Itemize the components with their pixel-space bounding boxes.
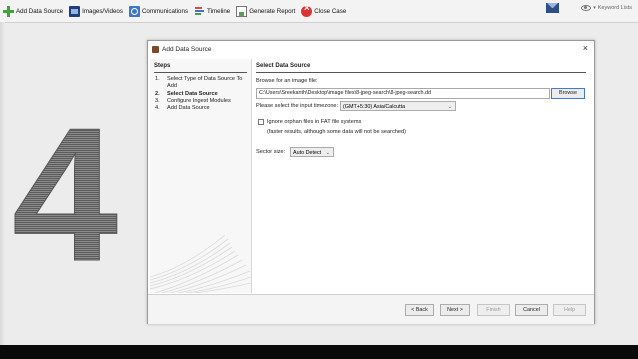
timeline-button[interactable]: Timeline bbox=[191, 1, 233, 21]
timezone-value: (GMT+5:30) Asia/Calcutta bbox=[343, 104, 406, 110]
add-data-source-button[interactable]: Add Data Source bbox=[0, 1, 66, 21]
step-item: 4. Add Data Source bbox=[155, 105, 247, 112]
generate-report-button[interactable]: Generate Report bbox=[233, 1, 298, 21]
sector-size-value: Auto Detect bbox=[293, 150, 322, 156]
timezone-label: Please select the input timezone: bbox=[256, 103, 339, 109]
chevron-down-icon: ⌄ bbox=[325, 150, 330, 156]
ignore-orphan-label: Ignore orphan files in FAT file systems bbox=[267, 119, 362, 125]
close-case-button[interactable]: Close Case bbox=[298, 1, 349, 21]
chevron-down-icon: ▾ bbox=[593, 5, 596, 11]
content-heading: Select Data Source bbox=[256, 63, 311, 69]
generate-report-label: Generate Report bbox=[249, 7, 296, 15]
dialog-title-bar: Add Data Source × bbox=[148, 41, 594, 57]
app-icon bbox=[152, 45, 159, 53]
plus-icon bbox=[3, 5, 14, 17]
letterbox-bar bbox=[0, 345, 638, 359]
desktop-screen: Add Data Source Images/Videos Communicat… bbox=[0, 0, 638, 345]
close-case-label: Close Case bbox=[314, 7, 347, 15]
main-toolbar: Add Data Source Images/Videos Communicat… bbox=[0, 0, 638, 23]
step-number: 1. bbox=[155, 76, 160, 82]
toolbar-right: ▾ Keyword Lists bbox=[546, 3, 632, 13]
images-icon bbox=[69, 5, 81, 17]
step-item: 1. Select Type of Data Source To Add bbox=[155, 76, 247, 90]
dialog-title: Add Data Source bbox=[162, 45, 212, 53]
next-button[interactable]: Next > bbox=[440, 304, 470, 316]
ignore-orphan-checkbox[interactable] bbox=[258, 119, 264, 125]
browse-label: Browse for an image file: bbox=[256, 78, 318, 84]
sector-size-select[interactable]: Auto Detect ⌄ bbox=[290, 147, 334, 157]
big-number-text: 4 bbox=[12, 110, 118, 270]
divider bbox=[154, 72, 247, 73]
sector-size-label: Sector size: bbox=[256, 149, 286, 155]
steps-panel: Steps 1. Select Type of Data Source To A… bbox=[150, 59, 252, 293]
communications-label: Communications bbox=[141, 7, 189, 15]
divider bbox=[256, 72, 586, 73]
timeline-icon bbox=[194, 6, 205, 17]
timeline-label: Timeline bbox=[207, 7, 231, 15]
step-number: 3. bbox=[155, 98, 160, 104]
back-button[interactable]: < Back bbox=[405, 304, 434, 316]
browse-button[interactable]: Browse bbox=[551, 88, 585, 99]
watermark-graphic bbox=[150, 234, 251, 293]
steps-heading: Steps bbox=[154, 63, 171, 69]
images-videos-button[interactable]: Images/Videos bbox=[66, 1, 126, 21]
communications-icon bbox=[128, 5, 140, 17]
timezone-select[interactable]: (GMT+5:30) Asia/Calcutta ⌄ bbox=[340, 101, 456, 111]
image-path-input[interactable]: C:\Users\Sreekanth\Desktop\image files\8… bbox=[256, 88, 550, 99]
canvas-edge-shadow bbox=[0, 22, 5, 345]
eye-icon bbox=[581, 5, 592, 11]
content-panel: Select Data Source Browse for an image f… bbox=[256, 59, 590, 293]
big-step-number: 4 bbox=[12, 110, 119, 270]
step-label: Select Type of Data Source To Add bbox=[167, 76, 243, 89]
step-label: Add Data Source bbox=[167, 105, 210, 111]
step-number: 2. bbox=[155, 91, 160, 97]
add-data-source-label: Add Data Source bbox=[16, 7, 64, 15]
step-label: Select Data Source bbox=[167, 91, 218, 97]
add-data-source-dialog: Add Data Source × Steps 1. Select Type o… bbox=[147, 40, 595, 324]
step-number: 4. bbox=[155, 105, 160, 111]
close-icon[interactable]: × bbox=[583, 43, 588, 53]
dialog-footer: < Back Next > Finish Cancel Help bbox=[148, 294, 594, 324]
chevron-down-icon: ⌄ bbox=[447, 104, 452, 110]
images-videos-label: Images/Videos bbox=[82, 7, 123, 15]
step-item-active: 2. Select Data Source bbox=[155, 91, 247, 98]
report-icon bbox=[236, 5, 248, 17]
close-case-icon bbox=[301, 3, 313, 17]
ignore-orphan-note: (faster results, although some data will… bbox=[267, 129, 406, 135]
step-label: Configure Ingest Modules bbox=[167, 98, 231, 104]
help-button[interactable]: Help bbox=[553, 304, 586, 316]
keyword-lists-button[interactable]: ▾ Keyword Lists bbox=[581, 5, 632, 11]
mail-icon[interactable] bbox=[546, 3, 560, 13]
communications-button[interactable]: Communications bbox=[126, 1, 191, 21]
finish-button[interactable]: Finish bbox=[477, 304, 510, 316]
keyword-lists-label: Keyword Lists bbox=[597, 5, 632, 11]
step-item: 3. Configure Ingest Modules bbox=[155, 98, 247, 105]
cancel-button[interactable]: Cancel bbox=[515, 304, 548, 316]
